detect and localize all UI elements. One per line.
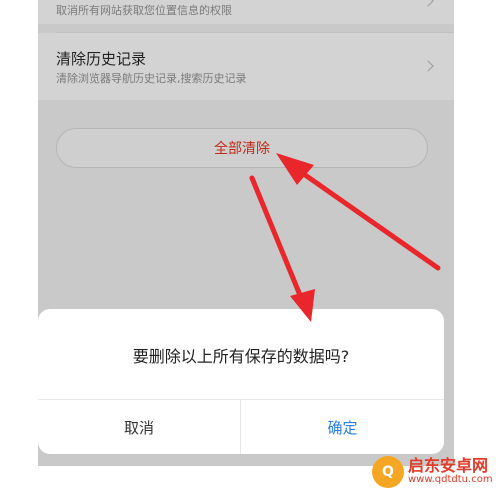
arrow-to-clear-all <box>295 167 441 271</box>
watermark-url: www.qdtdtu.com <box>408 473 493 485</box>
annotation-arrows <box>249 153 441 322</box>
arrow-to-dialog <box>249 175 305 303</box>
watermark-name: 启东安卓网 <box>408 455 489 475</box>
watermark: Q 启东安卓网 www.qdtdtu.com <box>372 452 500 491</box>
arrow-head-icon <box>290 289 315 322</box>
watermark-logo-icon: Q <box>372 455 404 488</box>
